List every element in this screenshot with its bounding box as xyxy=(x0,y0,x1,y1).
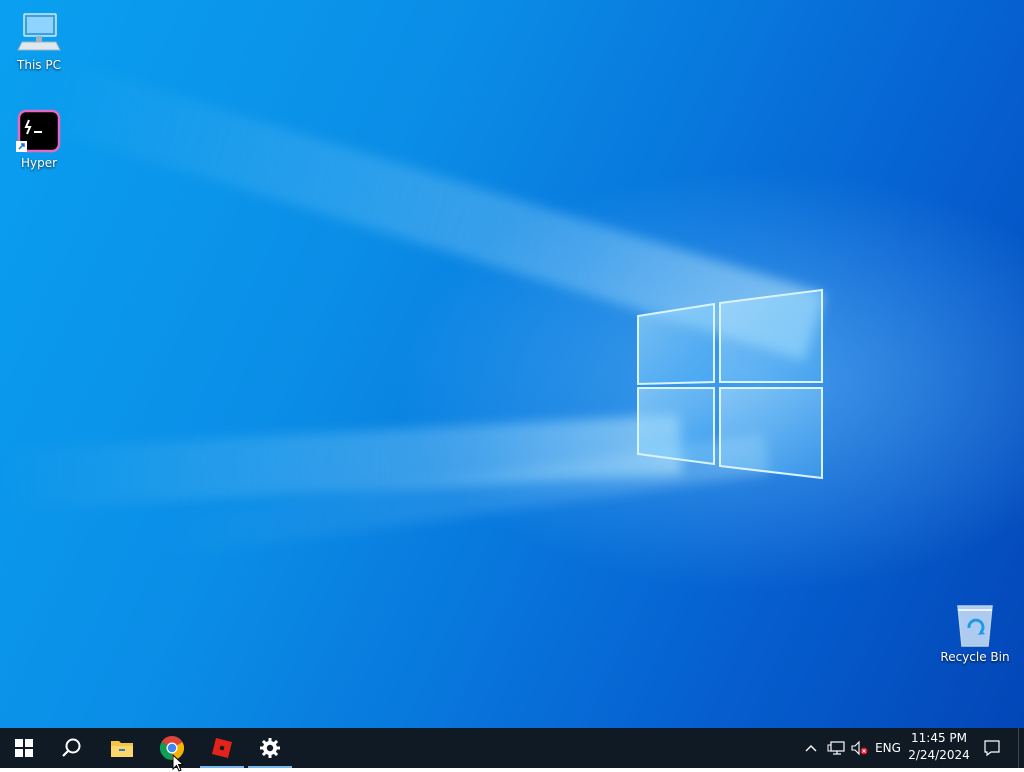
mouse-cursor-icon xyxy=(172,754,184,772)
settings-gear-icon xyxy=(260,738,280,758)
this-pc-icon xyxy=(17,13,61,51)
clock-time: 11:45 PM xyxy=(911,731,967,745)
network-icon xyxy=(827,741,845,755)
volume-button[interactable] xyxy=(848,728,870,768)
language-indicator: ENG xyxy=(875,741,901,755)
clock-date: 2/24/2024 xyxy=(908,748,970,762)
desktop-icon-hyper[interactable]: Hyper xyxy=(0,108,78,170)
hyper-terminal-icon xyxy=(16,109,61,153)
taskbar-file-explorer[interactable] xyxy=(98,728,146,768)
taskbar-settings[interactable] xyxy=(246,728,294,768)
search-icon xyxy=(62,738,81,757)
desktop-icon-label: This PC xyxy=(17,58,61,72)
roblox-icon xyxy=(212,738,232,758)
search-button[interactable] xyxy=(48,728,96,768)
windows-start-icon xyxy=(15,739,33,757)
windows-wallpaper-logo xyxy=(637,288,823,480)
desktop-icon-label: Recycle Bin xyxy=(940,650,1010,664)
file-explorer-icon xyxy=(111,741,133,757)
taskbar: ENG 11:45 PM 2/24/2024 xyxy=(0,728,1024,768)
start-button[interactable] xyxy=(0,728,48,768)
chevron-up-icon xyxy=(805,745,817,752)
recycle-bin-icon xyxy=(957,605,993,647)
desktop-icon-label: Hyper xyxy=(20,156,58,170)
taskbar-roblox[interactable] xyxy=(198,728,246,768)
desktop-icon-recycle-bin[interactable]: Recycle Bin xyxy=(936,602,1014,664)
volume-muted-icon xyxy=(851,740,868,756)
desktop-icon-this-pc[interactable]: This PC xyxy=(0,10,78,72)
network-status-button[interactable] xyxy=(824,728,848,768)
show-desktop-button[interactable] xyxy=(1018,728,1024,768)
show-hidden-icons-button[interactable] xyxy=(800,728,822,768)
clock-button[interactable]: 11:45 PM 2/24/2024 xyxy=(904,730,974,766)
action-center-icon xyxy=(984,740,1000,757)
input-language-button[interactable]: ENG xyxy=(872,728,904,768)
action-center-button[interactable] xyxy=(980,728,1004,768)
desktop: This PC Hyper Recycle Bin xyxy=(0,0,1024,728)
